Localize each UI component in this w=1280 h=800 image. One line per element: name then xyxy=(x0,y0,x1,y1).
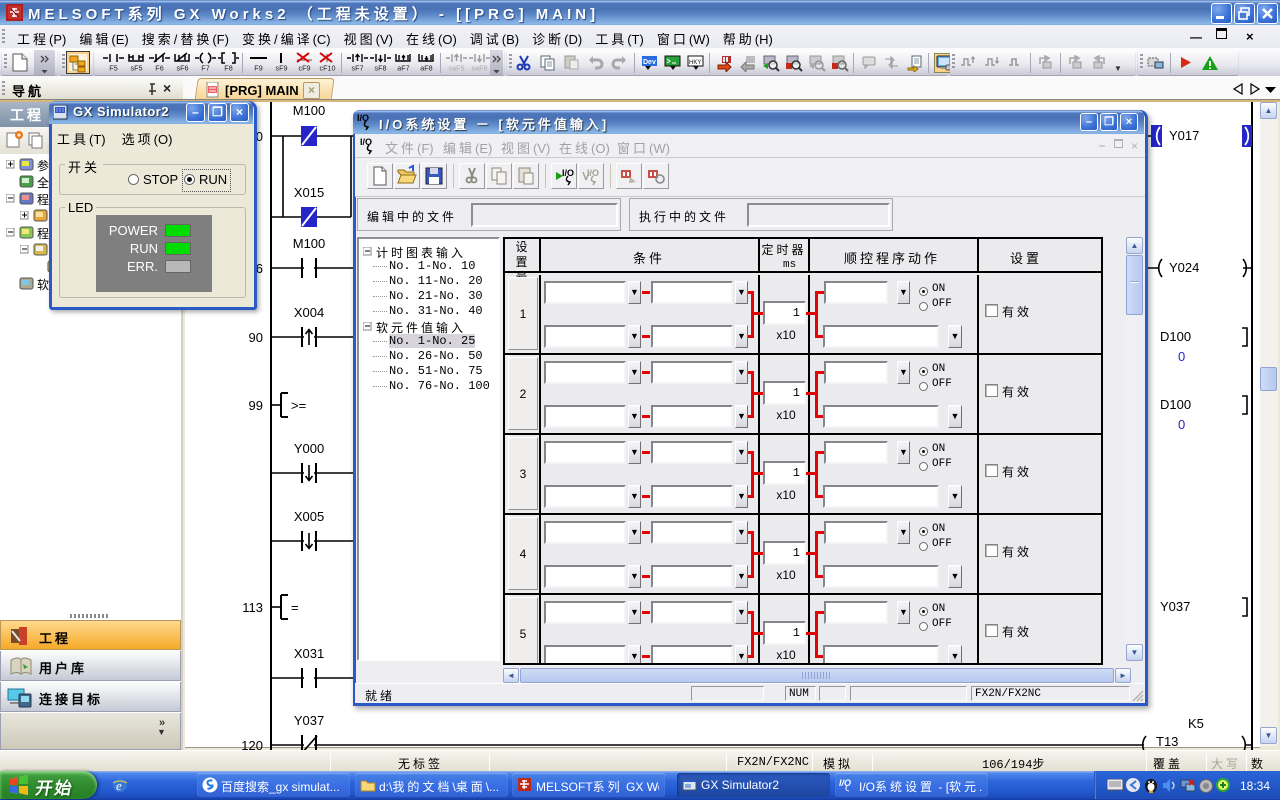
svg-text:I/O: I/O xyxy=(357,113,369,123)
svg-text:I/O: I/O xyxy=(360,137,372,147)
svg-text:K5: K5 xyxy=(1188,716,1204,731)
svg-text:Y037: Y037 xyxy=(294,713,324,728)
svg-text:Dev: Dev xyxy=(643,59,656,66)
svg-text:HKY: HKY xyxy=(689,60,701,66)
svg-text:M100: M100 xyxy=(293,103,326,118)
svg-text:113: 113 xyxy=(242,600,263,615)
svg-text:90: 90 xyxy=(249,330,263,345)
svg-text:X031: X031 xyxy=(294,646,324,661)
svg-text:99: 99 xyxy=(249,398,263,413)
svg-text:X005: X005 xyxy=(294,509,324,524)
svg-text:X015: X015 xyxy=(294,185,324,200)
svg-text:M100: M100 xyxy=(293,236,326,251)
svg-text:Y000: Y000 xyxy=(294,441,324,456)
svg-text:0: 0 xyxy=(1178,349,1185,364)
svg-text:Y037: Y037 xyxy=(1160,599,1190,614)
svg-text:e: e xyxy=(116,778,122,793)
svg-text:D100: D100 xyxy=(1160,397,1191,412)
svg-text:120: 120 xyxy=(241,738,263,750)
svg-text:>=: >= xyxy=(291,398,306,413)
svg-text:I/O: I/O xyxy=(839,778,851,788)
svg-text:T13: T13 xyxy=(1156,734,1178,749)
svg-text:Y024: Y024 xyxy=(1169,260,1199,275)
svg-text:X004: X004 xyxy=(294,305,324,320)
svg-text:Y017: Y017 xyxy=(1169,128,1199,143)
svg-text:D100: D100 xyxy=(1160,329,1191,344)
svg-text:0: 0 xyxy=(1178,417,1185,432)
svg-text:=: = xyxy=(291,600,299,615)
